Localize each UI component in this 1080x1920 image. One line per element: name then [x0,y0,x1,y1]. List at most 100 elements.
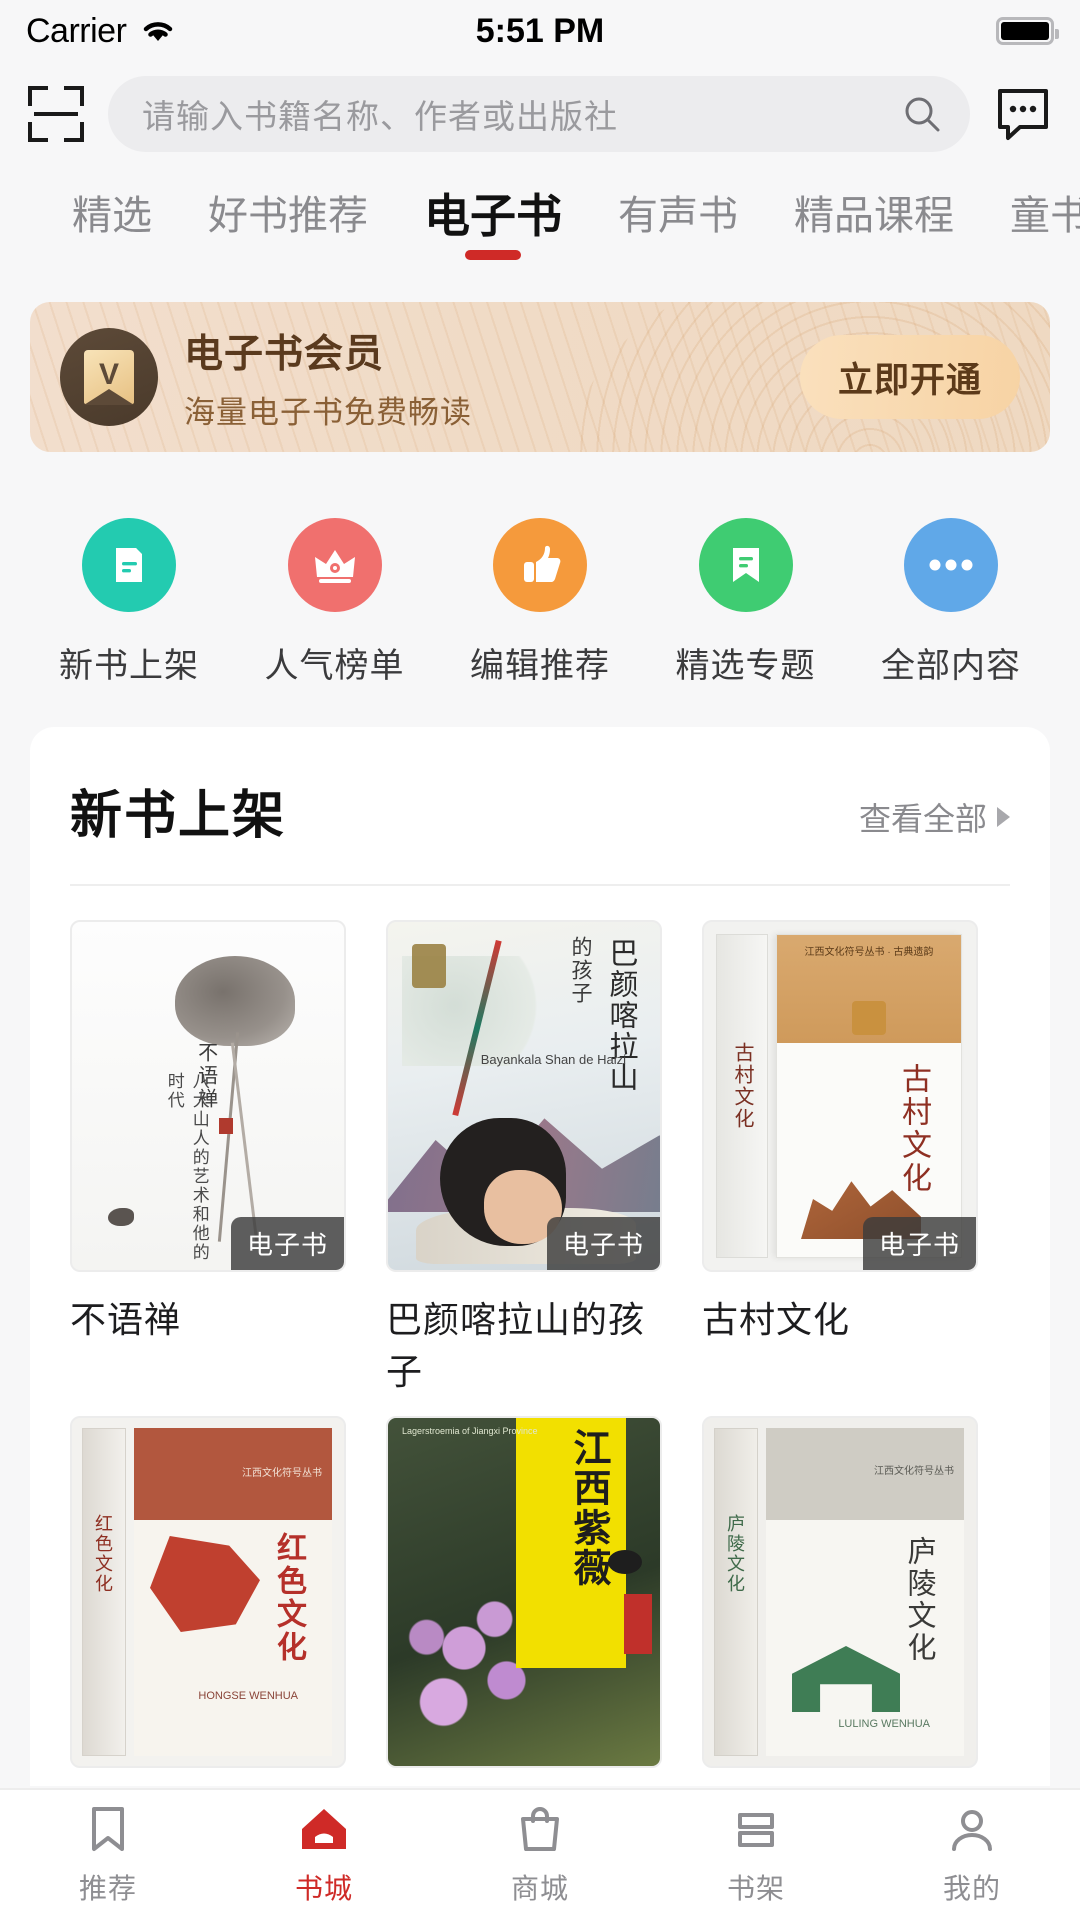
quick-entry-label: 全部内容 [881,647,1021,685]
carrier-label: Carrier [26,11,127,50]
nav-item-tuijian[interactable]: 推荐 [0,1803,216,1907]
vip-activate-button[interactable]: 立即开通 [800,335,1020,419]
quick-entry-jingxuanzhuanti[interactable]: 精选专题 [661,518,831,687]
quick-entry-renqibangdan[interactable]: 人气榜单 [250,518,420,687]
tab-youshengshu[interactable]: 有声书 [590,188,766,244]
vip-banner-subtitle: 海量电子书免费畅读 [184,394,472,430]
cover-gate-art [792,1646,900,1712]
vip-banner-texts: 电子书会员 海量电子书免费畅读 [184,323,472,432]
cover-stem [231,1042,259,1242]
status-bar: Carrier 5:51 PM [0,0,1080,62]
cover-bee-art [608,1550,642,1574]
tab-haoshutuijian[interactable]: 好书推荐 [180,188,396,244]
book-item[interactable]: 红色文化 江西文化符号丛书 红色文化 HONGSE WENHUA [70,1416,346,1768]
tab-label: 好书推荐 [208,194,368,238]
quick-entry-quanbuneirong[interactable]: 全部内容 [866,518,1036,687]
new-books-header: 新书上架 查看全部 [70,773,1010,848]
house-icon [302,1809,346,1849]
book-cover-hongsewenhua[interactable]: 红色文化 江西文化符号丛书 红色文化 HONGSE WENHUA [70,1416,346,1768]
nav-label: 商城 [510,1873,569,1904]
quick-entry-bianjituijian[interactable]: 编辑推荐 [455,518,625,687]
cover-vertical-title: 庐陵文化 [903,1536,935,1664]
nav-label: 书城 [294,1873,353,1904]
nav-label: 推荐 [78,1873,137,1904]
vip-banner-title: 电子书会员 [184,332,385,376]
tab-label: 精品课程 [794,194,954,238]
category-tabs[interactable]: 精选 好书推荐 电子书 有声书 精品课程 童书 [0,166,1080,262]
book-title: 古村文化 [702,1299,851,1340]
chevron-right-icon [997,807,1010,827]
document-icon [82,518,176,612]
nav-label: 我的 [942,1873,1001,1904]
vip-book-icon: V [60,328,158,426]
tab-indicator [465,250,521,260]
books-grid: 不语禅 八大山人的艺术和他的时代 电子书 不语禅 巴颜喀拉山 的孩子 Bayan… [70,920,1010,1786]
search-icon[interactable] [902,94,942,134]
message-icon[interactable] [994,85,1052,143]
bookmark-outline-icon [92,1807,124,1851]
thumbs-up-icon [493,518,587,612]
status-bar-left: Carrier [26,12,178,51]
shopping-bag-icon [521,1807,559,1851]
cover-front: 江西文化符号丛书 · 古典遗韵 古村文化 [776,934,962,1258]
new-books-card: 新书上架 查看全部 不语禅 八大山人的艺术和他的时代 电子书 不语禅 巴颜喀拉山… [30,727,1050,1786]
vip-banner-wrap: V 电子书会员 海量电子书免费畅读 立即开通 [0,262,1080,452]
person-icon [952,1810,992,1851]
book-title: 巴颜喀拉山的孩子 [386,1299,646,1392]
ebook-tag: 电子书 [230,1217,344,1270]
cover-spine-title: 红色文化 [93,1514,113,1594]
crown-icon [287,518,382,612]
tab-tongshu[interactable]: 童书 [982,188,1080,244]
cover-english-title: LULING WENHUA [838,1718,930,1730]
cover-vertical-title: 红色文化 [272,1532,305,1664]
tab-label: 有声书 [618,194,738,238]
book-item[interactable]: 江西紫薇 Lagerstroemia of Jiangxi Province [386,1416,662,1768]
book-cover-lulingwenhua[interactable]: 庐陵文化 江西文化符号丛书 庐陵文化 LULING WENHUA [702,1416,978,1768]
cover-vertical-subtitle: 八大山人的艺术和他的时代 [164,1072,209,1262]
cover-spine-title: 古村文化 [731,1042,753,1130]
tab-jingxuan[interactable]: 精选 [44,188,180,244]
nav-label: 书架 [726,1873,785,1904]
nav-item-shujia[interactable]: 书架 [648,1803,864,1907]
view-all-button[interactable]: 查看全部 [859,794,1010,848]
search-input[interactable]: 请输入书籍名称、作者或出版社 [108,76,970,152]
cover-top-text: Lagerstroemia of Jiangxi Province [402,1426,538,1436]
book-item[interactable]: 古村文化 江西文化符号丛书 · 古典遗韵 古村文化 电子书 古村文化 [702,920,978,1398]
cover-band-text: 江西文化符号丛书 [242,1468,322,1479]
nav-item-wode[interactable]: 我的 [864,1803,1080,1907]
scan-icon[interactable] [28,86,84,142]
book-cover-bayankala[interactable]: 巴颜喀拉山 的孩子 Bayankala Shan de Haizi 电子书 [386,920,662,1272]
tab-label: 精选 [72,194,152,238]
battery-icon [996,17,1059,45]
cover-seal [412,944,446,988]
status-bar-right [996,17,1059,45]
book-item[interactable]: 庐陵文化 江西文化符号丛书 庐陵文化 LULING WENHUA [702,1416,978,1768]
quick-entry-label: 编辑推荐 [470,647,610,685]
cover-emblem [852,1001,886,1035]
tab-jingpinkecheng[interactable]: 精品课程 [766,188,982,244]
book-cover-jiangxiziwei[interactable]: 江西紫薇 Lagerstroemia of Jiangxi Province [386,1416,662,1768]
cover-seal [218,1118,233,1134]
book-cover-gucunwenhua[interactable]: 古村文化 江西文化符号丛书 · 古典遗韵 古村文化 电子书 [702,920,978,1272]
nav-item-shucheng[interactable]: 书城 [216,1803,432,1907]
book-item[interactable]: 不语禅 八大山人的艺术和他的时代 电子书 不语禅 [70,920,346,1398]
nav-item-shangcheng[interactable]: 商城 [432,1803,648,1907]
tab-dianzishu[interactable]: 电子书 [396,188,590,260]
quick-entry-xinshushangjia[interactable]: 新书上架 [44,518,214,687]
cover-bird-art [108,1208,134,1226]
vip-activate-label: 立即开通 [837,360,982,400]
view-all-label: 查看全部 [858,801,987,837]
book-cover-buyuchan[interactable]: 不语禅 八大山人的艺术和他的时代 电子书 [70,920,346,1272]
bookmark-icon [698,518,793,612]
wifi-icon [144,22,173,41]
vip-banner[interactable]: V 电子书会员 海量电子书免费畅读 立即开通 [30,302,1050,452]
ebook-tag: 电子书 [546,1217,660,1270]
cover-vertical-title: 巴颜喀拉山 [605,938,637,1093]
quick-entry-label: 人气榜单 [264,647,405,685]
book-item[interactable]: 巴颜喀拉山 的孩子 Bayankala Shan de Haizi 电子书 巴颜… [386,920,662,1398]
shelf-icon [738,1813,774,1847]
quick-entry-label: 精选专题 [675,647,816,685]
quick-entry-row: 新书上架 人气榜单 编辑推荐 精选专题 全部内容 [0,452,1080,727]
tab-label: 电子书 [424,190,562,242]
cover-spine-title: 庐陵文化 [725,1514,745,1594]
